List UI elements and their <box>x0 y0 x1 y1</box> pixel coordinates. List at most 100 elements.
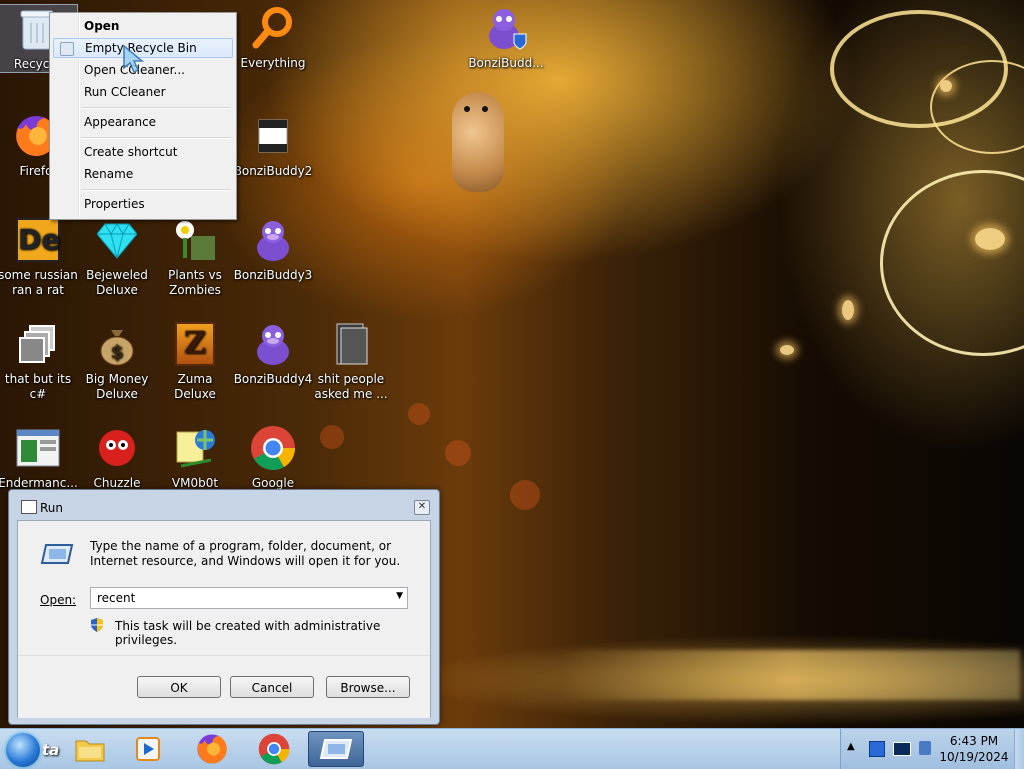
money-bag-icon: $ <box>93 320 141 368</box>
desktop-icon-bonzi4[interactable]: BonziBuddy4 <box>233 320 313 387</box>
desktop-icon-chuzzle[interactable]: Chuzzle <box>77 424 157 491</box>
wallpaper-glow <box>780 345 794 355</box>
desktop-icon-label: Big Money Deluxe <box>85 372 149 401</box>
wallpaper-bokeh <box>320 425 344 449</box>
desktop-icon-label: Zuma Deluxe <box>174 372 216 401</box>
desktop-icon-label: some russian ran a rat <box>0 268 78 297</box>
desktop-icon-bonzi2[interactable]: BonziBuddy2 <box>233 112 313 179</box>
desktop-icon-some-russian[interactable]: De some russian ran a rat <box>0 216 78 298</box>
purple-gorilla-icon <box>249 320 297 368</box>
network-tray-icon[interactable] <box>869 741 885 757</box>
clock-date: 10/19/2024 <box>939 750 1009 764</box>
wallpaper-bokeh <box>445 440 471 466</box>
menu-separator <box>81 189 231 191</box>
desktop-icon-zuma[interactable]: Z Zuma Deluxe <box>155 320 235 402</box>
taskbar-explorer[interactable] <box>62 731 118 767</box>
desktop-icon-label: shit people asked me ... <box>314 372 388 401</box>
menu-item-open[interactable]: Open <box>53 16 233 36</box>
menu-item-create-shortcut[interactable]: Create shortcut <box>53 142 233 162</box>
close-button[interactable]: ✕ <box>414 500 430 515</box>
cancel-button[interactable]: Cancel <box>230 676 314 698</box>
desktop[interactable]: Recycle Firefo De some russian ran a rat… <box>0 0 1024 728</box>
purple-gorilla-shield-icon <box>482 4 530 52</box>
desktop-icon-label: Bejeweled Deluxe <box>86 268 148 297</box>
desktop-icon-bonzi-top[interactable]: BonziBudd... <box>466 4 546 71</box>
start-label: ta <box>42 741 60 759</box>
svg-text:$: $ <box>111 342 124 363</box>
document-globe-icon <box>171 424 219 472</box>
desktop-icon-google[interactable]: Google <box>233 424 313 491</box>
show-hidden-icons-icon[interactable]: ▲ <box>847 741 855 752</box>
taskbar-chrome[interactable] <box>246 731 302 767</box>
window-app-icon <box>14 424 62 472</box>
admin-privileges-note: This task will be created with administr… <box>115 619 381 647</box>
monitor-tray-icon[interactable] <box>893 742 911 756</box>
desktop-icon-that-but[interactable]: that but its c# <box>0 320 78 402</box>
start-button[interactable]: ta <box>2 731 60 767</box>
desktop-icon-label: Plants vs Zombies <box>168 268 222 297</box>
wallpaper-bokeh <box>510 480 540 510</box>
show-desktop-button[interactable] <box>1014 729 1024 769</box>
run-program-icon <box>40 543 74 565</box>
chrome-icon <box>249 424 297 472</box>
uac-shield-icon <box>90 617 104 633</box>
wallpaper-glow <box>842 300 854 320</box>
chuzzle-icon <box>93 424 141 472</box>
zuma-icon: Z <box>171 320 219 368</box>
film-file-icon <box>249 112 297 160</box>
desktop-icon-vm0b0t[interactable]: VM0b0t <box>155 424 235 491</box>
clock[interactable]: 6:43 PM 10/19/2024 <box>939 733 1009 765</box>
diamond-gem-icon <box>93 216 141 264</box>
menu-item-run-ccleaner[interactable]: Run CCleaner <box>53 82 233 102</box>
close-icon: ✕ <box>417 501 427 512</box>
dialog-title: Run <box>40 501 64 515</box>
menu-item-rename[interactable]: Rename <box>53 164 233 184</box>
hamster-pet[interactable] <box>448 92 508 192</box>
menu-item-appearance[interactable]: Appearance <box>53 112 233 132</box>
ok-button[interactable]: OK <box>137 676 221 698</box>
desktop-icon-big-money[interactable]: $ Big Money Deluxe <box>77 320 157 402</box>
recycle-bin-small-icon <box>60 42 74 56</box>
taskbar-media-player[interactable] <box>120 731 176 767</box>
desktop-icon-endermanch[interactable]: Endermanc... <box>0 424 78 491</box>
volume-tray-icon[interactable] <box>919 741 931 755</box>
notification-area: ▲ 6:43 PM 10/19/2024 <box>840 729 1024 769</box>
desktop-icon-shit-people[interactable]: shit people asked me ... <box>311 320 391 402</box>
run-dialog: Run ✕ Type the name of a program, folder… <box>8 489 440 725</box>
taskbar-run[interactable] <box>308 731 364 767</box>
desktop-icon-label: BonziBuddy3 <box>233 268 313 282</box>
desktop-icon-label: BonziBuddy2 <box>233 164 313 178</box>
wallpaper-light-bar <box>560 650 1020 700</box>
folder-icon <box>75 740 105 762</box>
taskbar-firefox[interactable] <box>184 731 240 767</box>
firefox-icon <box>197 734 227 764</box>
plants-vs-zombies-icon <box>171 216 219 264</box>
desktop-icon-bonzi3[interactable]: BonziBuddy3 <box>233 216 313 283</box>
menu-item-properties[interactable]: Properties <box>53 194 233 214</box>
desktop-icon-bejeweled[interactable]: Bejeweled Deluxe <box>77 216 157 298</box>
desktop-icon-label: BonziBuddy4 <box>233 372 313 386</box>
menu-separator <box>81 137 231 139</box>
wallpaper-swirl <box>880 170 1024 356</box>
media-player-icon <box>136 737 160 761</box>
desktop-icon-everything[interactable]: Everything <box>233 4 313 71</box>
open-input-value[interactable]: recent <box>97 591 135 605</box>
desktop-icon-plants[interactable]: Plants vs Zombies <box>155 216 235 298</box>
windows-stack-icon <box>14 320 62 368</box>
run-title-icon <box>21 500 37 514</box>
desktop-icon-label: BonziBudd... <box>468 56 544 70</box>
chrome-icon <box>258 733 290 765</box>
desktop-icon-label: Everything <box>240 56 306 70</box>
windows-orb-icon <box>6 733 40 767</box>
mouse-cursor-icon <box>122 44 148 77</box>
wallpaper-glow <box>975 228 1005 250</box>
de-app-icon: De <box>14 216 62 264</box>
open-combobox[interactable]: recent ▼ <box>90 587 408 609</box>
dropdown-arrow-icon[interactable]: ▼ <box>396 591 403 601</box>
dialog-body: Type the name of a program, folder, docu… <box>17 520 431 718</box>
magnifier-icon <box>249 4 297 52</box>
clock-time: 6:43 PM <box>949 734 999 748</box>
open-label: Open: <box>40 593 77 607</box>
desktop-icon-label: that but its c# <box>4 372 72 401</box>
browse-button[interactable]: Browse... <box>326 676 410 698</box>
